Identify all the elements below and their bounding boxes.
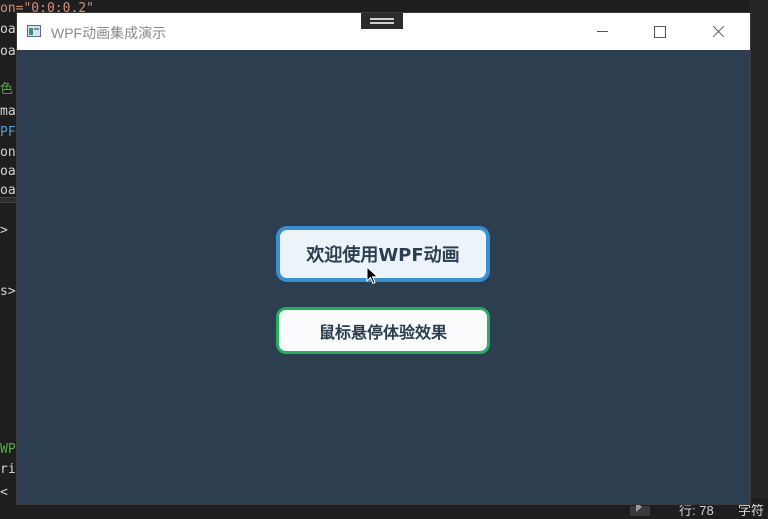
code-line: 色 [0,82,14,97]
code-line: WP [0,442,16,457]
code-line: > [0,223,8,238]
editor-right-pane [750,0,768,518]
minimize-button[interactable] [572,13,630,50]
hover-demo-button-label: 鼠标悬停体验效果 [318,322,447,342]
maximize-button[interactable] [630,13,688,50]
window-title: WPF动画集成演示 [51,25,167,41]
code-line: on [0,145,16,160]
code-line: oa [0,164,16,179]
welcome-button-label: 欢迎使用WPF动画 [306,245,460,266]
code-line: oa [0,22,16,37]
hover-demo-button[interactable]: 鼠标悬停体验效果 [276,307,490,354]
window-content: 欢迎使用WPF动画 鼠标悬停体验效果 [17,50,750,504]
mouse-cursor-icon [366,266,379,285]
welcome-button[interactable]: 欢迎使用WPF动画 [276,226,490,282]
drag-handle-icon[interactable] [361,13,403,29]
code-line: oa [0,44,16,59]
app-icon [27,25,41,37]
close-button[interactable] [688,13,746,50]
title-bar[interactable]: WPF动画集成演示 [17,13,750,50]
code-line: s> [0,284,16,299]
code-line: PF [0,125,16,140]
wpf-window: WPF动画集成演示 欢迎使用WPF动画 鼠标悬停体验效果 [17,13,750,504]
